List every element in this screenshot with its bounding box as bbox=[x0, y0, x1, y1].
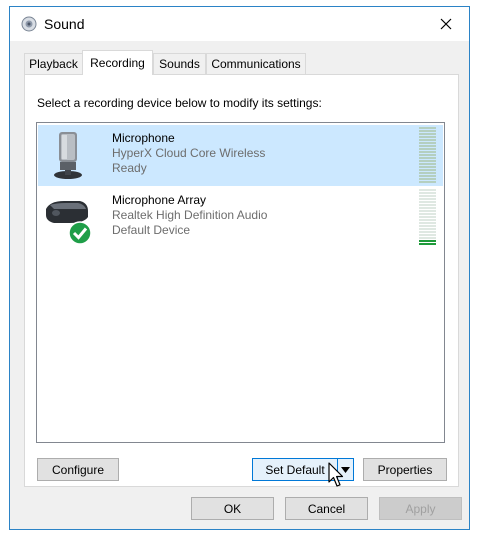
level-meter-bar bbox=[419, 213, 436, 215]
close-button[interactable] bbox=[423, 7, 469, 41]
cancel-button[interactable]: Cancel bbox=[285, 497, 368, 520]
level-meter-bar bbox=[419, 207, 436, 209]
device-item-microphone[interactable]: Microphone HyperX Cloud Core Wireless Re… bbox=[38, 125, 443, 186]
level-meter-bar bbox=[419, 136, 436, 138]
level-meter-bar bbox=[419, 145, 436, 147]
device-item-microphone-array[interactable]: Microphone Array Realtek High Definition… bbox=[38, 187, 443, 248]
level-meter-bar bbox=[419, 130, 436, 132]
level-meter-bar bbox=[419, 172, 436, 174]
level-meter-bar bbox=[419, 222, 436, 224]
level-meter-bar bbox=[419, 157, 436, 159]
device-name: Microphone bbox=[112, 131, 175, 145]
apply-button[interactable]: Apply bbox=[379, 497, 462, 520]
level-meter-bar bbox=[419, 166, 436, 168]
device-description: HyperX Cloud Core Wireless bbox=[112, 146, 266, 160]
level-meter-bar bbox=[419, 201, 436, 203]
level-meter-bar bbox=[419, 175, 436, 177]
level-meter-bar bbox=[419, 198, 436, 200]
device-list[interactable]: Microphone HyperX Cloud Core Wireless Re… bbox=[36, 122, 445, 443]
tab-label: Sounds bbox=[159, 57, 200, 71]
device-status: Default Device bbox=[112, 223, 191, 237]
set-default-button[interactable]: Set Default bbox=[252, 458, 338, 481]
level-meter-bar bbox=[419, 178, 436, 180]
level-meter-bar bbox=[419, 127, 436, 129]
headset-microphone-icon bbox=[54, 132, 82, 179]
level-meter-bar bbox=[419, 133, 436, 135]
tab-recording[interactable]: Recording bbox=[82, 50, 153, 75]
tab-label: Playback bbox=[29, 57, 78, 71]
close-icon bbox=[440, 18, 452, 30]
level-meter bbox=[419, 189, 436, 246]
level-meter-bar bbox=[419, 234, 436, 236]
level-meter-bar bbox=[419, 142, 436, 144]
level-meter-bar bbox=[419, 240, 436, 242]
level-meter-bar bbox=[419, 163, 436, 165]
webcam-microphone-icon bbox=[46, 201, 92, 245]
window-title: Sound bbox=[44, 16, 85, 32]
level-meter-bar bbox=[419, 139, 436, 141]
configure-button[interactable]: Configure bbox=[37, 458, 119, 481]
tab-label: Communications bbox=[211, 57, 301, 71]
properties-button[interactable]: Properties bbox=[363, 458, 447, 481]
level-meter-bar bbox=[419, 169, 436, 171]
speaker-icon bbox=[21, 16, 37, 32]
level-meter-bar bbox=[419, 148, 436, 150]
level-meter-bar bbox=[419, 195, 436, 197]
recording-panel: Select a recording device below to modif… bbox=[24, 74, 459, 487]
tab-label: Recording bbox=[90, 56, 145, 70]
level-meter-bar bbox=[419, 210, 436, 212]
level-meter-bar bbox=[419, 204, 436, 206]
device-description: Realtek High Definition Audio bbox=[112, 208, 268, 222]
level-meter-bar bbox=[419, 192, 436, 194]
level-meter-bar bbox=[419, 160, 436, 162]
level-meter-bar bbox=[419, 237, 436, 239]
level-meter-bar bbox=[419, 181, 436, 183]
tab-sounds[interactable]: Sounds bbox=[153, 53, 206, 74]
level-meter-bar bbox=[419, 243, 436, 245]
level-meter-bar bbox=[419, 219, 436, 221]
level-meter-bar bbox=[419, 225, 436, 227]
level-meter-bar bbox=[419, 151, 436, 153]
instruction-text: Select a recording device below to modif… bbox=[37, 96, 322, 110]
sound-dialog: Sound Playback Recording Sounds Communic… bbox=[9, 6, 470, 530]
level-meter-bar bbox=[419, 228, 436, 230]
level-meter-bar bbox=[419, 231, 436, 233]
device-status: Ready bbox=[112, 161, 147, 175]
ok-button[interactable]: OK bbox=[191, 497, 274, 520]
tab-playback[interactable]: Playback bbox=[24, 53, 83, 74]
level-meter-bar bbox=[419, 154, 436, 156]
mouse-cursor-icon bbox=[328, 462, 344, 487]
device-name: Microphone Array bbox=[112, 193, 207, 207]
level-meter bbox=[419, 127, 436, 184]
title-bar[interactable]: Sound bbox=[10, 7, 469, 41]
tab-communications[interactable]: Communications bbox=[206, 53, 306, 74]
level-meter-bar bbox=[419, 189, 436, 191]
level-meter-bar bbox=[419, 216, 436, 218]
